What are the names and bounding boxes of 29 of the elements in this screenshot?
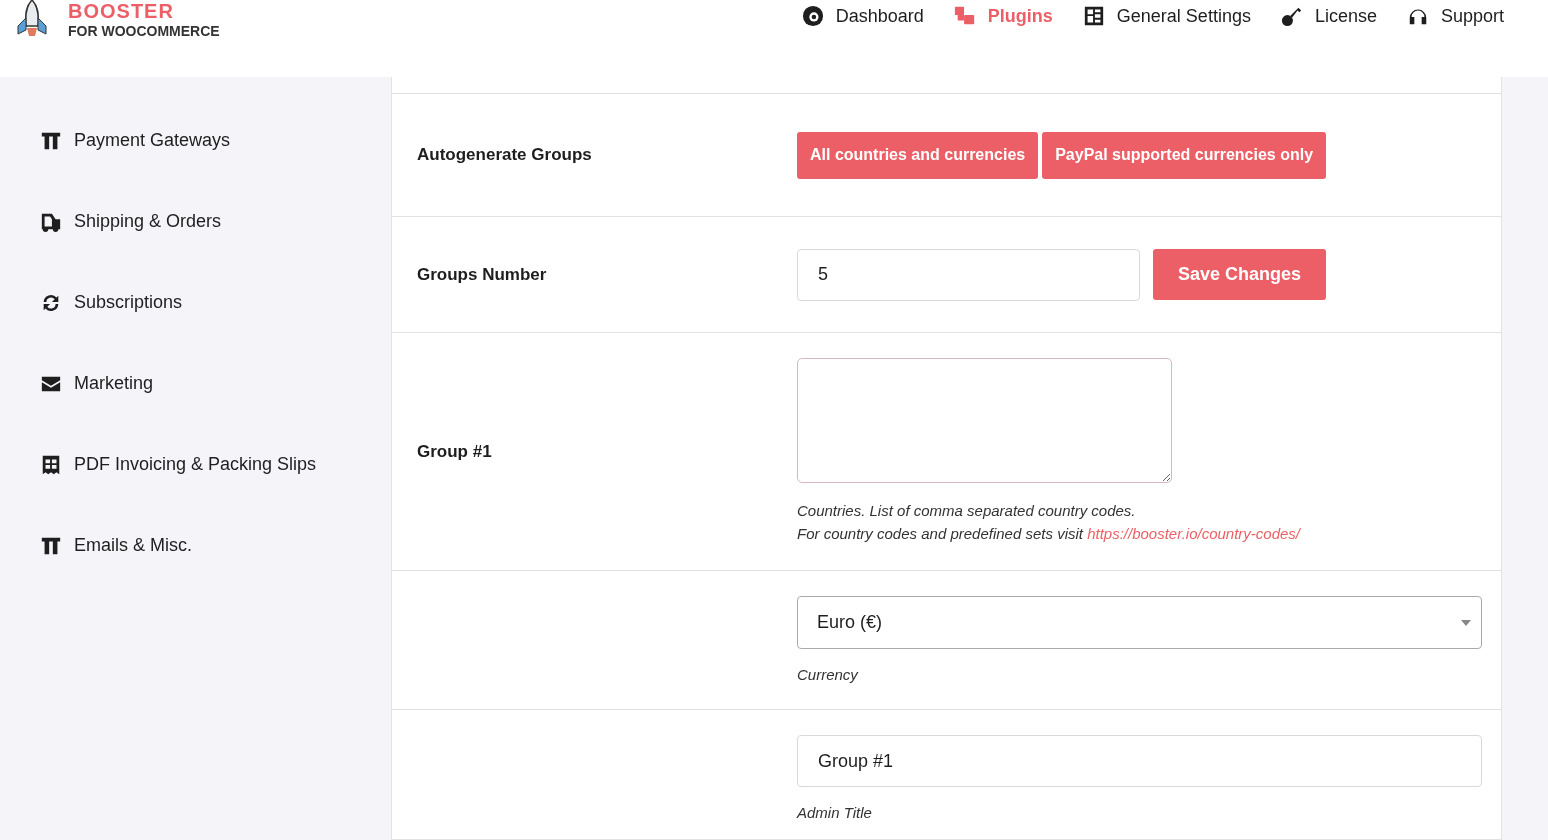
nav-link[interactable]: General Settings xyxy=(1082,5,1251,27)
sidebar-item[interactable]: Shipping & Orders xyxy=(40,209,391,234)
number-field[interactable]: 5 xyxy=(797,248,1140,301)
nav-link[interactable]: License xyxy=(1280,5,1377,27)
setting-label: Groups Number xyxy=(417,264,548,285)
key-icon xyxy=(1280,5,1303,27)
caret-icon xyxy=(1461,619,1471,626)
countries-textarea[interactable] xyxy=(797,358,1172,483)
cubes-icon xyxy=(953,5,976,27)
receipt-icon xyxy=(40,453,62,476)
setting-label: Autogenerate Groups xyxy=(417,145,593,165)
logo-subtitle: FOR WOOCOMMERCE xyxy=(68,22,220,40)
sidebar-item[interactable]: Subscriptions xyxy=(40,290,391,315)
sidebar-item[interactable]: PDF Invoicing & Packing Slips xyxy=(40,452,391,477)
currency-select[interactable]: Euro (€) xyxy=(797,596,1482,649)
gauge-icon xyxy=(801,5,824,27)
nav-link[interactable]: Support xyxy=(1406,5,1504,27)
logo-title: BOOSTER xyxy=(68,0,175,22)
field-description: Admin Title xyxy=(797,803,873,823)
grid-icon xyxy=(1082,5,1105,27)
rocket-logo-icon xyxy=(16,0,48,38)
field-description: Countries. List of comma separated country codes. For country codes and predefined sets visit https://booster.io/country-codes/ xyxy=(797,501,1302,544)
sidebar-item[interactable]: Marketing xyxy=(40,371,391,396)
nav-link[interactable]: Dashboard xyxy=(801,5,924,27)
sidebar-item[interactable]: Payment Gateways xyxy=(40,128,391,153)
sidebar-item[interactable]: Emails & Misc. xyxy=(40,533,391,558)
admin-title-field[interactable]: Group #1 xyxy=(797,735,1482,787)
setting-label: Group #1 xyxy=(417,441,493,462)
field-description: Currency xyxy=(797,665,860,685)
